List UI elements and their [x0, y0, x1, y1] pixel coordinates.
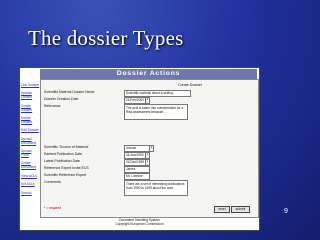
dossier-name-input[interactable]: Scientific material about a setting — [124, 90, 191, 97]
field-label: Relevance — [44, 104, 61, 108]
sidebar-link-search[interactable]: Search — [21, 191, 40, 196]
reference-expert-invite-input[interactable]: James — [124, 166, 150, 173]
select-value: 31/Dec/1999 — [126, 160, 145, 164]
chevron-down-icon: ▾ — [145, 160, 149, 165]
reference-expert-input[interactable]: Mr. Lannine — [124, 173, 150, 180]
field-label: Earliest Publication Date — [44, 152, 83, 156]
footer-line: Copyright European Commission — [115, 222, 164, 226]
chevron-down-icon: ▾ — [145, 98, 149, 103]
select-value: 21/Feb/2000 — [126, 98, 144, 102]
sidebar: Link Dossier Update Dossier Create Dossi… — [20, 68, 40, 230]
earliest-publication-date-select[interactable]: 01/Jan/1990 ▾ — [124, 152, 150, 159]
sidebar-link-set-acls[interactable]: Set ACLs — [21, 182, 40, 187]
select-value: 01/Jan/1990 — [126, 153, 144, 157]
chevron-down-icon: ▾ — [145, 153, 149, 158]
source-of-material-select[interactable]: choose ▾ — [124, 145, 154, 152]
field-label: Dossier Creation Date — [44, 97, 79, 101]
app-window: Link Dossier Update Dossier Create Dossi… — [19, 67, 260, 231]
comments-textarea[interactable]: There are a set of interesting publicati… — [124, 180, 188, 196]
sidebar-link-upload-form[interactable]: Upload Form — [21, 149, 40, 158]
chevron-down-icon: ▾ — [149, 146, 153, 151]
create-dossier-form: Create Dossier Scientific Material Dossi… — [40, 79, 259, 218]
field-label: Scientific 'Source of Material' — [44, 145, 89, 149]
latest-publication-date-select[interactable]: 31/Dec/1999 ▾ — [124, 159, 150, 166]
submit-button[interactable]: submit — [231, 206, 250, 213]
required-note: * = required — [44, 206, 62, 210]
sidebar-link-update-dossier[interactable]: Update Dossier — [21, 92, 40, 100]
slide-title: The dossier Types — [28, 26, 184, 50]
field-label: Reference Expert Invite ECS — [44, 166, 89, 170]
field-label: Latest Publication Date — [44, 159, 80, 163]
dossier-actions-banner: Dossier Actions — [40, 69, 257, 79]
sidebar-link-view-acls[interactable]: View ACLs — [21, 174, 40, 179]
page-number: 9 — [284, 208, 288, 215]
sidebar-link-link-dossier[interactable]: Link Dossier — [21, 83, 40, 88]
sidebar-link-create-dossier[interactable]: Create Dossier — [21, 104, 40, 113]
field-label: Comments — [44, 180, 61, 184]
sidebar-link-delete-dossier[interactable]: Delete Dossier — [21, 116, 40, 125]
reset-button[interactable]: reset — [214, 206, 230, 213]
relevance-textarea[interactable]: The acid is taken into consideration for… — [124, 104, 188, 120]
sidebar-link-upload-document[interactable]: Upload Document — [21, 137, 40, 146]
select-value: choose — [126, 146, 137, 150]
field-label: Scientific Reference Expert — [44, 173, 87, 177]
sidebar-link-edit-dossier[interactable]: Edit Dossier — [21, 128, 40, 133]
field-label: Scientific Material Dossier Name — [44, 90, 95, 94]
form-heading: Create Dossier — [178, 83, 202, 87]
footer: Document Handling System Copyright Europ… — [20, 218, 259, 226]
creation-date-select[interactable]: 21/Feb/2000 ▾ — [124, 97, 150, 104]
sidebar-link-create-document[interactable]: Create Document — [21, 161, 40, 170]
